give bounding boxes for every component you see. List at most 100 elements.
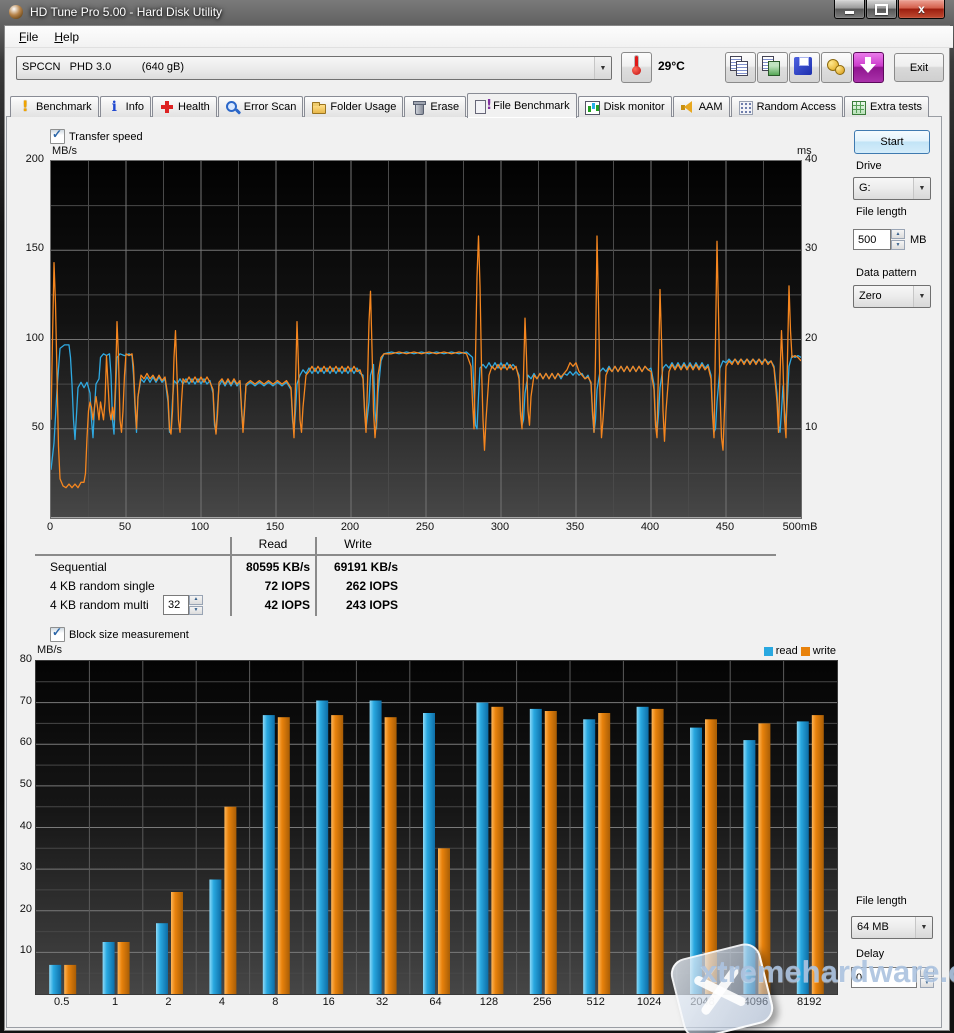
barchart-xtick: 256 [516, 996, 569, 1008]
watermark-text: xtremehardware.com [700, 954, 954, 990]
chevron-down-icon[interactable]: ▼ [915, 917, 932, 938]
chevron-down-icon[interactable]: ▼ [913, 178, 930, 199]
download-button[interactable] [853, 52, 884, 83]
options-button[interactable] [821, 52, 852, 83]
bar-write-4 [224, 807, 236, 994]
linechart-xtick: 0 [25, 521, 75, 533]
file-length-input[interactable] [853, 229, 891, 250]
result-label: 4 KB random single [50, 579, 155, 593]
transfer-speed-checkbox[interactable]: ✓ [50, 129, 65, 144]
result-write-value: 69191 KB/s [316, 560, 398, 574]
bar-write-8192 [812, 715, 824, 994]
copy-image-icon [758, 53, 787, 82]
close-icon: x [918, 2, 925, 16]
copy-image-button[interactable] [757, 52, 788, 83]
minimize-button[interactable] [834, 0, 865, 19]
spin-down-icon[interactable]: ▼ [891, 240, 905, 250]
file-length-stepper[interactable]: ▲▼ [891, 229, 905, 250]
legend-swatch-write [801, 647, 810, 656]
tab-error-scan[interactable]: Error Scan [218, 96, 304, 117]
barchart-xtick: 64 [409, 996, 462, 1008]
data-pattern-combo[interactable]: Zero ▼ [853, 285, 931, 308]
random-multi-stepper[interactable]: ▲▼ [189, 595, 203, 615]
barchart-xtick: 8 [249, 996, 302, 1008]
spin-up-icon[interactable]: ▲ [891, 229, 905, 239]
drive-combo-value: G: [854, 178, 913, 199]
block-file-length-combo[interactable]: 64 MB ▼ [851, 916, 933, 939]
tab-disk-monitor[interactable]: Disk monitor [578, 96, 672, 117]
barchart-ytick: 50 [8, 778, 32, 790]
table-row: 4 KB random single72 IOPS262 IOPS [0, 578, 954, 596]
file-length-unit: MB [910, 234, 927, 246]
barchart-xtick: 1024 [622, 996, 675, 1008]
barchart-xtick: 4 [195, 996, 248, 1008]
bar-read-16 [316, 701, 328, 995]
block-size-checkbox[interactable]: ✓ [50, 627, 65, 642]
legend-swatch-read [764, 647, 773, 656]
drive-select-combo[interactable]: SPCCN PHD 3.0 (640 gB) ▼ [16, 56, 612, 80]
block-size-chart [35, 660, 838, 995]
save-button[interactable] [789, 52, 820, 83]
barchart-xtick: 8192 [783, 996, 836, 1008]
result-read-value: 72 IOPS [228, 579, 310, 593]
barchart-xtick: 512 [569, 996, 622, 1008]
barchart-ytick: 10 [8, 944, 32, 956]
temperature-button[interactable] [621, 52, 652, 83]
bar-read-128 [476, 703, 488, 994]
barchart-ytick: 40 [8, 820, 32, 832]
linechart-ytick-right: 20 [805, 332, 829, 344]
column-header-write: Write [316, 537, 400, 551]
menu-help[interactable]: Help [46, 28, 87, 46]
barchart-ytick: 80 [8, 653, 32, 665]
window-title: HD Tune Pro 5.00 - Hard Disk Utility [30, 5, 222, 19]
disk-monitor-icon [585, 100, 600, 114]
tab-file-benchmark[interactable]: File Benchmark [467, 93, 576, 118]
drive-label: Drive [856, 160, 882, 172]
tab-folder-usage[interactable]: Folder Usage [304, 96, 403, 117]
random-multi-queue-input[interactable] [163, 595, 189, 615]
barchart-xtick: 1 [88, 996, 141, 1008]
tab-aam[interactable]: AAM [673, 96, 730, 117]
drive-combo[interactable]: G: ▼ [853, 177, 931, 200]
tab-extra-tests[interactable]: Extra tests [844, 96, 929, 117]
result-read-value: 42 IOPS [228, 598, 310, 612]
checkmark-icon: ✓ [52, 127, 62, 141]
chevron-down-icon[interactable]: ▼ [913, 286, 930, 307]
linechart-xtick: 300 [475, 521, 525, 533]
erase-icon [411, 100, 426, 114]
bar-write-2 [171, 892, 183, 994]
file-length-label: File length [856, 206, 907, 218]
bar-read-2 [156, 923, 168, 994]
chevron-down-icon[interactable]: ▼ [594, 57, 611, 79]
exit-button[interactable]: Exit [894, 53, 944, 82]
benchmark-icon [17, 100, 32, 114]
close-button[interactable]: x [898, 0, 945, 19]
copy-text-icon [726, 53, 755, 82]
legend-label-read: read [776, 645, 798, 657]
copy-text-button[interactable] [725, 52, 756, 83]
tab-erase[interactable]: Erase [404, 96, 466, 117]
linechart-ytick-left: 150 [14, 242, 44, 254]
linechart-ytick-right: 40 [805, 153, 829, 165]
linechart-y-unit-left: MB/s [52, 145, 77, 157]
start-button[interactable]: Start [854, 130, 930, 154]
bar-write-8 [278, 717, 290, 994]
bar-write-16 [331, 715, 343, 994]
transfer-speed-label: Transfer speed [69, 131, 143, 143]
bar-write-128 [491, 707, 503, 994]
menu-file[interactable]: File [11, 28, 46, 46]
tab-benchmark[interactable]: Benchmark [10, 96, 99, 117]
spin-down-icon[interactable]: ▼ [189, 606, 203, 616]
bar-write-512 [598, 713, 610, 994]
tab-random-access[interactable]: Random Access [731, 96, 843, 117]
file-benchmark-icon [474, 99, 489, 113]
barchart-xtick: 0.5 [35, 996, 88, 1008]
tab-health[interactable]: Health [152, 96, 217, 117]
maximize-button[interactable] [866, 0, 897, 19]
spin-up-icon[interactable]: ▲ [189, 595, 203, 605]
start-button-label: Start [880, 136, 903, 148]
barchart-xtick: 32 [355, 996, 408, 1008]
transfer-speed-plot [51, 161, 801, 518]
tab-label: Benchmark [36, 101, 92, 113]
tab-info[interactable]: Info [100, 96, 151, 117]
